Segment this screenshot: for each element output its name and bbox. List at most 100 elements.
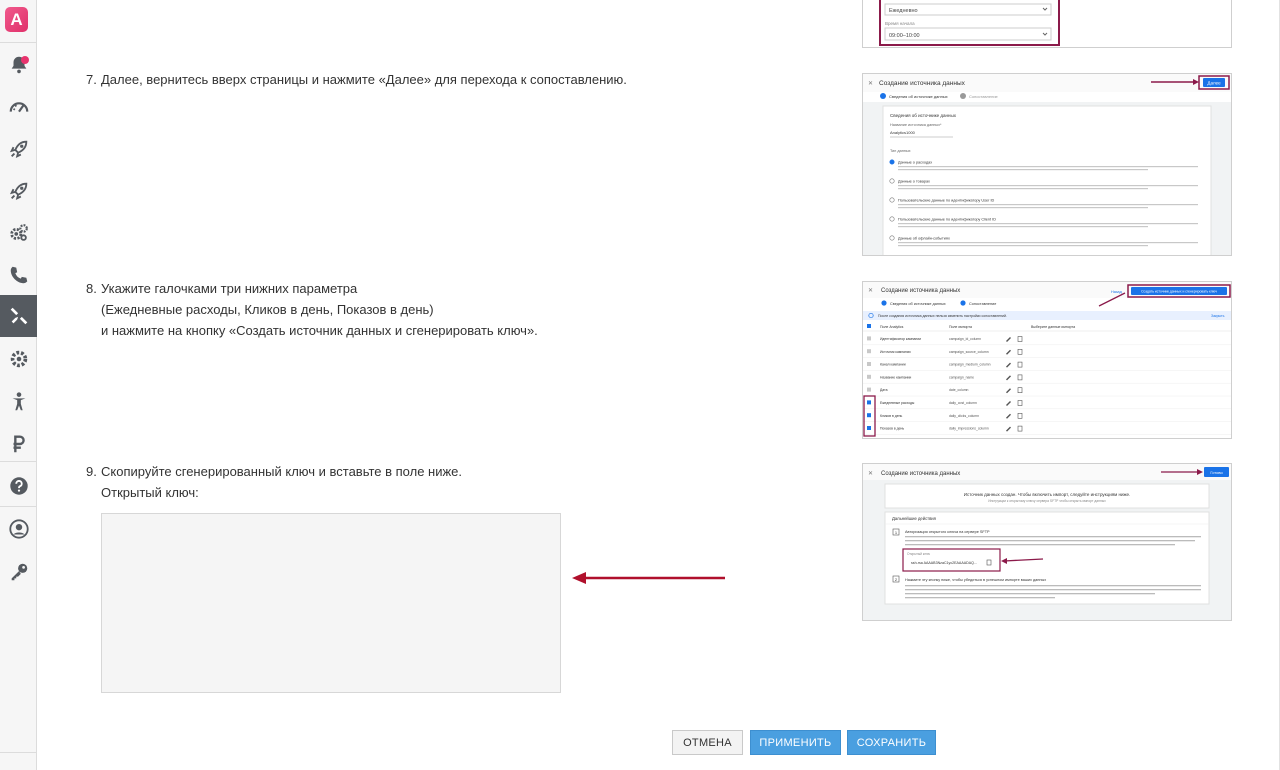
- edit-icon[interactable]: [1006, 349, 1011, 355]
- radio-option-label: Пользовательские данные по идентификатор…: [898, 198, 995, 202]
- svg-text:✕: ✕: [868, 288, 873, 294]
- row-checkbox[interactable]: [867, 362, 871, 366]
- sidebar-item-calls[interactable]: [0, 255, 37, 295]
- step-number: 7.: [86, 72, 97, 87]
- apply-button[interactable]: ПРИМЕНИТЬ: [750, 730, 841, 755]
- tab-mapping: Сопоставление: [969, 302, 996, 306]
- column-header: Поле Analytics: [880, 325, 904, 329]
- sidebar-divider: [0, 506, 37, 507]
- description-line: [898, 226, 1148, 228]
- done-button: Готово: [1210, 470, 1223, 475]
- step-text: и нажмите на кнопку «Создать источник да…: [101, 323, 538, 338]
- speedometer-icon: [9, 102, 28, 113]
- created-title: Источник данных создан. Чтобы включить и…: [964, 491, 1131, 497]
- edit-icon[interactable]: [1006, 413, 1011, 419]
- sidebar-item-access-keys[interactable]: [0, 552, 37, 592]
- gear-icon: [10, 350, 27, 368]
- tab-details: Сведения об источнике данных: [890, 302, 946, 306]
- copy-icon[interactable]: [1017, 374, 1023, 381]
- copy-icon[interactable]: [1017, 361, 1023, 368]
- next-button: Далее: [1207, 81, 1221, 86]
- copy-icon[interactable]: [1017, 349, 1023, 355]
- row-checkbox[interactable]: [867, 413, 871, 418]
- info-banner: После создания источника данных нельзя и…: [878, 314, 1007, 318]
- sidebar-divider: [0, 461, 37, 462]
- section-title: Сведения об источнике данных: [890, 113, 957, 118]
- description-line: [898, 245, 1148, 247]
- sidebar-item-billing[interactable]: [0, 424, 37, 464]
- analytics-field: Показов в день: [880, 427, 904, 431]
- row-checkbox[interactable]: [867, 349, 871, 354]
- dialog-title: Создание источника данных: [881, 288, 960, 294]
- row-checkbox[interactable]: [867, 400, 871, 405]
- sidebar-item-tools[interactable]: [0, 295, 37, 337]
- sidebar-item-dashboard[interactable]: [0, 87, 37, 127]
- save-button[interactable]: СОХРАНИТЬ: [847, 730, 936, 755]
- description-line: [898, 207, 1148, 209]
- import-field: campaign_medium_column: [949, 363, 991, 367]
- radio-option[interactable]: [889, 159, 895, 165]
- radio-option-label: Данные о расходах: [898, 160, 932, 164]
- sidebar-item-help[interactable]: [0, 466, 37, 506]
- next-steps-title: Дальнейшие действия: [892, 516, 936, 521]
- sidebar-item-settings[interactable]: [0, 339, 37, 379]
- close-banner-link: Закрыть: [1211, 314, 1225, 318]
- row-checkbox[interactable]: [867, 426, 871, 430]
- screenshot-step-7: ✕ Создание источника данных Далее Сведен…: [862, 73, 1232, 256]
- step1-title: Авторизация открытого ключа на сервере S…: [905, 530, 990, 534]
- radio-option-label: Данные о товарах: [898, 179, 930, 183]
- tab-details: Сведения об источнике данных: [889, 94, 948, 99]
- step-number: 8.: [86, 281, 97, 296]
- copy-icon[interactable]: [1017, 425, 1023, 432]
- analytics-field: Идентификатор кампании: [880, 337, 921, 341]
- type-label: Тип данных: [890, 149, 911, 153]
- sidebar-item-automation[interactable]: [0, 213, 37, 253]
- step-text: Скопируйте сгенерированный ключ и вставь…: [101, 464, 463, 479]
- person-icon: [12, 392, 25, 411]
- screenshot-step-9: ✕ Создание источника данных Готово Источ…: [862, 463, 1232, 621]
- tab-mapping: Сопоставление: [969, 94, 999, 99]
- cancel-button[interactable]: ОТМЕНА: [672, 730, 743, 755]
- row-checkbox[interactable]: [867, 336, 871, 341]
- app-logo[interactable]: A: [5, 7, 28, 32]
- copy-icon[interactable]: [1017, 400, 1023, 406]
- analytics-field: Дата: [880, 388, 888, 392]
- edit-icon[interactable]: [1006, 388, 1011, 394]
- copy-icon[interactable]: [1017, 336, 1023, 342]
- edit-icon[interactable]: [1006, 337, 1011, 342]
- public-key-label: Открытый ключ:: [101, 485, 199, 500]
- ruble-icon: [13, 435, 25, 453]
- screenshot-schedule: Ежедневно Время начала 09:00–10:00: [862, 0, 1232, 48]
- step-9: 9. Скопируйте сгенерированный ключ и вста…: [86, 461, 462, 503]
- import-field: campaign_name: [949, 375, 974, 379]
- public-key-input[interactable]: [101, 513, 561, 693]
- row-checkbox[interactable]: [867, 387, 871, 392]
- name-value: Analytics1000: [890, 130, 916, 135]
- row-checkbox[interactable]: [867, 374, 871, 379]
- question-icon: [9, 477, 28, 495]
- rocket-icon: [9, 140, 27, 159]
- copy-icon[interactable]: [1017, 387, 1023, 393]
- sidebar-item-profile[interactable]: [0, 509, 37, 549]
- column-header: Выберите данные импорта: [1031, 325, 1075, 329]
- analytics-field: Канал кампании: [880, 363, 906, 367]
- step-number: 9.: [86, 464, 97, 479]
- edit-icon[interactable]: [1006, 362, 1011, 368]
- edit-icon[interactable]: [1006, 375, 1011, 381]
- sidebar-item-notifications[interactable]: [0, 45, 37, 85]
- description-line: [898, 188, 1148, 190]
- column-header: Поле импорта: [949, 325, 972, 329]
- sidebar-divider: [0, 752, 37, 753]
- edit-icon[interactable]: [1006, 401, 1011, 406]
- import-field: daily_impressions_column: [949, 427, 989, 431]
- svg-text:✕: ✕: [868, 471, 873, 477]
- sidebar-item-accessibility[interactable]: [0, 382, 37, 422]
- radio-option-label: Данные об офлайн-событиях: [898, 236, 950, 240]
- import-field: daily_cost_column: [949, 401, 977, 405]
- edit-icon[interactable]: [1006, 426, 1011, 432]
- sidebar-item-campaigns-2[interactable]: [0, 171, 37, 211]
- description-line: [898, 169, 1148, 171]
- created-subtitle: Инструкции к открытому ключу сервера SFT…: [988, 499, 1106, 503]
- copy-icon[interactable]: [1017, 413, 1023, 419]
- sidebar-item-campaigns[interactable]: [0, 129, 37, 169]
